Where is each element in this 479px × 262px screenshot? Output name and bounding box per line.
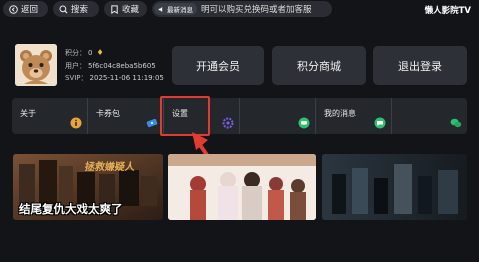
svip-label: SVIP： — [65, 74, 88, 82]
menu-item-messages[interactable]: 我的消息 — [316, 98, 392, 134]
favorite-button[interactable]: 收藏 — [104, 1, 147, 17]
app-name: 懒人影院TV — [424, 6, 471, 16]
card-wallet-label: 卡券包 — [96, 109, 120, 118]
open-vip-button[interactable]: 开通会员 — [172, 46, 264, 85]
chat-icon — [298, 117, 310, 129]
avatar[interactable] — [15, 44, 57, 86]
poster-2-art — [168, 154, 316, 220]
menu-item-chat[interactable] — [240, 98, 316, 134]
menu-item-card-wallet[interactable]: 卡券包 — [88, 98, 164, 134]
search-button[interactable]: 搜索 — [53, 1, 99, 17]
top-bar: 返回 搜索 收藏 最新消息 明可以购买兑换码或者加客服 懒人影院TV — [0, 0, 479, 20]
user-row: 用户： 5f6c04c8eba5b605 — [65, 60, 164, 73]
info-icon — [70, 117, 82, 129]
back-button[interactable]: 返回 — [3, 1, 48, 17]
menu-row: 关于 卡券包 设置 我的消息 — [12, 98, 467, 134]
points-label: 积分： — [65, 49, 86, 57]
menu-item-wechat[interactable] — [392, 98, 467, 134]
poster-1-title: 拯救嫌疑人 — [83, 162, 136, 173]
back-icon — [9, 4, 18, 14]
favorite-icon — [111, 4, 118, 14]
menu-item-about[interactable]: 关于 — [12, 98, 88, 134]
wechat-icon — [450, 118, 462, 128]
teddy-bear-avatar — [15, 44, 57, 86]
search-label: 搜索 — [71, 5, 89, 15]
notice-text: 明可以购买兑换码或者加客服 — [201, 5, 312, 15]
poster-1-caption: 结尾复仇大戏太爽了 — [19, 202, 123, 216]
svip-expire: 2025-11-06 11:19:05 — [89, 74, 164, 82]
points-value: 0 — [88, 49, 93, 57]
poster-2[interactable] — [168, 154, 316, 220]
message-icon — [374, 117, 386, 129]
favorite-label: 收藏 — [122, 5, 140, 15]
messages-label: 我的消息 — [324, 109, 356, 118]
diamond-icon: ♦ — [96, 48, 104, 57]
notice-tag: 最新消息 — [154, 3, 197, 15]
points-row: 积分： 0 ♦ — [65, 47, 164, 60]
ticket-icon — [146, 118, 158, 128]
points-mall-button[interactable]: 积分商城 — [272, 46, 366, 85]
search-icon — [59, 4, 68, 13]
user-id: 5f6c04c8eba5b605 — [88, 61, 156, 70]
notice-ticker[interactable]: 最新消息 明可以购买兑换码或者加客服 — [152, 1, 332, 17]
notice-tag-label: 最新消息 — [167, 6, 193, 14]
speaker-icon — [158, 6, 163, 12]
back-label: 返回 — [21, 5, 39, 15]
svip-row: SVIP： 2025-11-06 11:19:05 — [65, 72, 164, 85]
user-info: 积分： 0 ♦ 用户： 5f6c04c8eba5b605 SVIP： 2025-… — [65, 47, 164, 85]
poster-3-art — [322, 154, 467, 220]
user-label: 用户： — [65, 61, 86, 70]
about-label: 关于 — [20, 109, 36, 118]
poster-3[interactable] — [322, 154, 467, 220]
logout-button[interactable]: 退出登录 — [373, 46, 467, 85]
poster-1[interactable]: 拯救嫌疑人 结尾复仇大戏太爽了 — [13, 154, 163, 220]
